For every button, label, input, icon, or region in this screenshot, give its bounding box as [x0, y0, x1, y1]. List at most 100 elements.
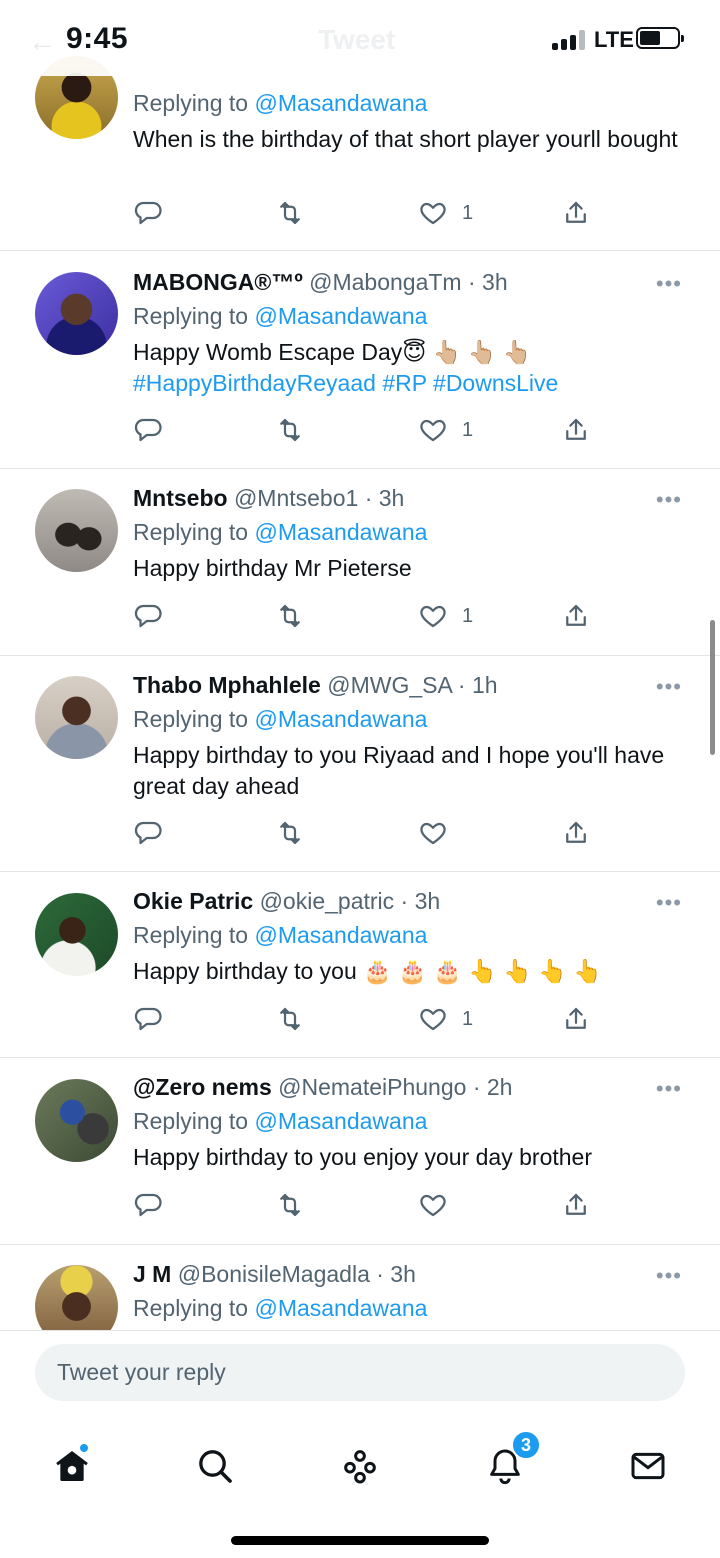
replying-to: Replying to @Masandawana: [133, 706, 428, 732]
share-button[interactable]: [561, 197, 591, 229]
heart-icon: [420, 1194, 446, 1217]
like-button[interactable]: [418, 1189, 462, 1221]
reply-button[interactable]: [133, 197, 163, 229]
tweet-header: @Zero nems @NemateiPhungo · 2h: [133, 1072, 680, 1102]
display-name[interactable]: Thabo Mphahlele: [133, 672, 321, 698]
tweet-text: When is the birthday of that short playe…: [133, 126, 678, 152]
tweet-text: Happy birthday to you 🎂 🎂 🎂 👆 👆 👆 👆: [133, 958, 602, 984]
retweet-button[interactable]: [275, 1189, 305, 1221]
share-icon: [566, 1193, 586, 1215]
tab-notifications[interactable]: 3: [475, 1430, 541, 1496]
tab-spaces[interactable]: [330, 1436, 390, 1496]
tweet-reply[interactable]: Mntsebo @Mntsebo1 · 3h Replying to @Masa…: [0, 469, 720, 656]
retweet-button[interactable]: [275, 600, 305, 632]
tweet-reply[interactable]: Thabo Mphahlele @MWG_SA · 1h Replying to…: [0, 656, 720, 872]
avatar[interactable]: [35, 676, 118, 759]
scrollbar[interactable]: [710, 620, 715, 755]
more-options-icon[interactable]: •••: [656, 1076, 682, 1102]
mention-link[interactable]: @Masandawana: [254, 922, 427, 948]
more-options-icon[interactable]: •••: [656, 1263, 682, 1289]
display-name[interactable]: J M: [133, 1261, 171, 1287]
mention-link[interactable]: @Masandawana: [254, 90, 427, 116]
tab-search[interactable]: [185, 1436, 245, 1496]
share-button[interactable]: [561, 1003, 591, 1035]
reply-button[interactable]: [133, 600, 163, 632]
retweet-icon: [280, 201, 300, 225]
more-options-icon[interactable]: •••: [656, 890, 682, 916]
retweet-button[interactable]: [275, 1003, 305, 1035]
reply-icon: [134, 604, 162, 628]
reply-button[interactable]: [133, 414, 163, 446]
more-options-icon[interactable]: •••: [656, 487, 682, 513]
handle-time[interactable]: @MWG_SA · 1h: [327, 672, 497, 698]
like-button[interactable]: 1: [418, 1003, 473, 1035]
mention-link[interactable]: @Masandawana: [254, 1295, 427, 1321]
tweet-reply[interactable]: J M @BonisileMagadla · 3h Replying to @M…: [0, 1245, 720, 1330]
share-button[interactable]: [561, 414, 591, 446]
share-button[interactable]: [561, 817, 591, 849]
heart-icon: [420, 822, 446, 845]
tab-home[interactable]: [42, 1436, 102, 1496]
avatar[interactable]: [35, 272, 118, 355]
share-button[interactable]: [561, 1189, 591, 1221]
mention-link[interactable]: @Masandawana: [254, 1108, 427, 1134]
avatar[interactable]: [35, 1079, 118, 1162]
replying-to: Replying to @Masandawana: [133, 90, 428, 116]
retweet-icon: [280, 1007, 300, 1031]
tweet-reply[interactable]: @Zero nems @NemateiPhungo · 2h Replying …: [0, 1058, 720, 1245]
heart-icon: [420, 1008, 446, 1031]
display-name[interactable]: Mntsebo: [133, 485, 228, 511]
tweet-reply-input[interactable]: [35, 1344, 685, 1401]
handle-time[interactable]: @okie_patric · 3h: [260, 888, 441, 914]
display-name[interactable]: @Zero nems: [133, 1074, 272, 1100]
reply-composer: [0, 1330, 720, 1420]
handle-time[interactable]: @MabongaTm · 3h: [309, 269, 508, 295]
heart-icon: [420, 419, 446, 442]
like-count: 1: [462, 1007, 474, 1030]
tweet-reply[interactable]: MABONGA®™º @MabongaTm · 3h Replying to @…: [0, 251, 720, 469]
page-title: Tweet: [318, 24, 396, 55]
mention-link[interactable]: @Masandawana: [254, 303, 427, 329]
like-button[interactable]: 1: [418, 197, 473, 229]
avatar[interactable]: [35, 489, 118, 572]
tweet-reply[interactable]: Okie Patric @okie_patric · 3h Replying t…: [0, 872, 720, 1058]
retweet-button[interactable]: [275, 197, 305, 229]
like-button[interactable]: 1: [418, 414, 473, 446]
share-button[interactable]: [561, 600, 591, 632]
home-unread-dot: [78, 1442, 90, 1454]
share-icon: [566, 821, 586, 843]
back-arrow-icon[interactable]: ←: [28, 26, 56, 58]
retweet-button[interactable]: [275, 817, 305, 849]
handle-time[interactable]: @Mntsebo1 · 3h: [234, 485, 404, 511]
reply-button[interactable]: [133, 1189, 163, 1221]
more-options-icon[interactable]: •••: [656, 674, 682, 700]
replying-to: Replying to @Masandawana: [133, 303, 428, 329]
mention-link[interactable]: @Masandawana: [254, 519, 427, 545]
retweet-button[interactable]: [275, 414, 305, 446]
clock: 9:45: [66, 22, 129, 55]
reply-button[interactable]: [133, 1003, 163, 1035]
replying-to: Replying to @Masandawana: [133, 519, 428, 545]
display-name[interactable]: Okie Patric: [133, 888, 253, 914]
handle-time[interactable]: @NemateiPhungo · 2h: [278, 1074, 512, 1100]
avatar[interactable]: [35, 893, 118, 976]
tweet-text: Happy birthday Mr Pieterse: [133, 555, 412, 581]
tweet-header: Thabo Mphahlele @MWG_SA · 1h: [133, 670, 680, 700]
like-button[interactable]: [418, 817, 462, 849]
tweet-text: Happy birthday to you Riyaad and I hope …: [133, 742, 665, 799]
mention-link[interactable]: @Masandawana: [254, 706, 427, 732]
more-options-icon[interactable]: •••: [656, 271, 682, 297]
hashtags[interactable]: #HappyBirthdayReyaad #RP #DownsLive: [133, 368, 680, 399]
heart-icon: [420, 605, 446, 628]
home-indicator[interactable]: [231, 1536, 489, 1545]
display-name[interactable]: MABONGA®™º: [133, 269, 303, 295]
reply-icon: [134, 1193, 162, 1217]
reply-button[interactable]: [133, 817, 163, 849]
like-button[interactable]: 1: [418, 600, 473, 632]
like-count: 1: [462, 201, 474, 224]
handle-time[interactable]: @BonisileMagadla · 3h: [178, 1261, 416, 1287]
tab-messages[interactable]: [618, 1436, 678, 1496]
share-icon: [566, 604, 586, 626]
avatar[interactable]: [35, 1265, 118, 1330]
reply-feed[interactable]: Replying to @Masandawana When is the bir…: [0, 0, 720, 1330]
